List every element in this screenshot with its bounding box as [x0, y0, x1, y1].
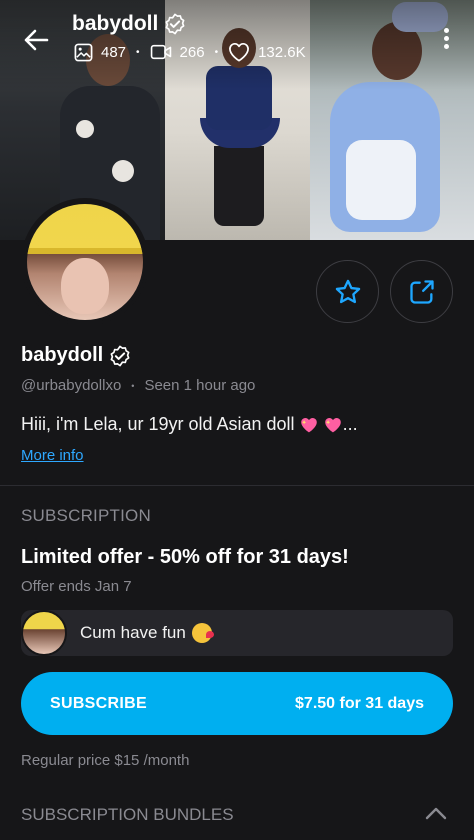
- separator-dot: •: [136, 46, 140, 58]
- video-icon: [150, 44, 171, 60]
- cover-figure: [214, 146, 264, 226]
- back-button[interactable]: [20, 24, 52, 56]
- sparkling-heart-icon: [324, 417, 341, 432]
- bio-ellipsis: ...: [342, 414, 358, 434]
- sparkling-heart-icon: [300, 417, 317, 432]
- star-icon: [335, 279, 360, 303]
- bundles-heading: SUBSCRIPTION BUNDLES: [21, 805, 234, 824]
- avatar-face: [61, 258, 109, 314]
- message-text: Cum have fun: [80, 623, 186, 642]
- arrow-left-icon: [24, 29, 49, 51]
- more-vertical-icon: [443, 36, 449, 41]
- photos-stat[interactable]: 487: [74, 43, 126, 62]
- profile-meta: @urbabydollxo • Seen 1 hour ago: [21, 377, 255, 394]
- cover-figure: [346, 140, 416, 220]
- videos-stat[interactable]: 266: [150, 43, 205, 61]
- verified-badge-icon: [110, 345, 130, 366]
- cover-pattern: [76, 120, 94, 138]
- photos-count: 487: [101, 43, 127, 61]
- likes-count: 132.6K: [258, 43, 306, 61]
- more-vertical-icon: [443, 44, 449, 49]
- heart-icon: [229, 42, 250, 62]
- image-icon: [74, 43, 93, 61]
- message-avatar: [21, 610, 67, 656]
- cover-pattern: [112, 160, 134, 182]
- offer-title: Limited offer - 50% off for 31 days!: [21, 546, 349, 568]
- face-blowing-kiss-icon: [191, 623, 214, 643]
- header-title: babydoll: [72, 12, 186, 36]
- profile-name: babydoll: [21, 344, 131, 367]
- share-button[interactable]: [390, 260, 453, 323]
- chevron-up-icon: [425, 807, 447, 820]
- more-info-link[interactable]: More info: [21, 447, 84, 464]
- avatar[interactable]: [21, 198, 149, 326]
- profile-handle: @urbabydollxo: [21, 377, 122, 394]
- share-icon: [409, 279, 434, 304]
- videos-count: 266: [179, 43, 205, 61]
- last-seen: Seen 1 hour ago: [144, 377, 256, 394]
- avatar-image: [27, 204, 143, 320]
- bio-text: Hiii, i'm Lela, ur 19yr old Asian doll: [21, 414, 295, 434]
- offer-ends: Offer ends Jan 7: [21, 578, 132, 595]
- message-text-wrap: Cum have fun: [80, 623, 214, 643]
- favorite-button[interactable]: [316, 260, 379, 323]
- header-stats: 487 • 266 • 132.6K: [74, 42, 306, 62]
- more-vertical-icon: [443, 28, 449, 33]
- subscription-bundles-toggle[interactable]: SUBSCRIPTION BUNDLES: [0, 784, 474, 840]
- subscription-heading: SUBSCRIPTION: [21, 506, 151, 525]
- separator-dot: •: [214, 46, 219, 58]
- avatar-hat: [27, 248, 143, 254]
- profile-name-text: babydoll: [21, 344, 104, 366]
- likes-stat: 132.6K: [228, 42, 306, 62]
- header-name: babydoll: [72, 12, 159, 35]
- divider: [0, 485, 474, 486]
- more-options-button[interactable]: [438, 28, 454, 52]
- profile-bio: Hiii, i'm Lela, ur 19yr old Asian doll .…: [21, 414, 358, 435]
- subscribe-label: SUBSCRIBE: [50, 694, 147, 712]
- regular-price: Regular price $15 /month: [21, 752, 190, 769]
- verified-badge-icon: [165, 13, 185, 35]
- separator-dot: •: [131, 380, 135, 391]
- subscribe-button[interactable]: SUBSCRIBE $7.50 for 31 days: [21, 672, 453, 735]
- subscribe-price: $7.50 for 31 days: [295, 694, 424, 712]
- creator-message: Cum have fun: [21, 610, 453, 656]
